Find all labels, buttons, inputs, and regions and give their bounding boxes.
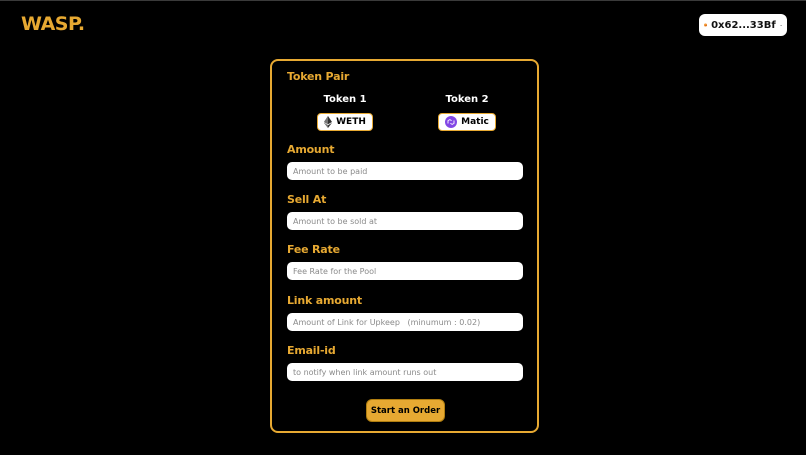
token1-selector[interactable]: WETH [317,113,373,131]
fee-rate-input[interactable] [287,262,523,280]
link-amount-label: Link amount [287,294,362,307]
token1-symbol: WETH [336,117,366,127]
link-amount-input[interactable] [287,313,523,331]
chevron-down-icon [779,24,782,26]
app-logo[interactable]: WASP. [21,13,85,35]
ethereum-icon [324,116,333,128]
amount-label: Amount [287,143,335,156]
sell-at-input[interactable] [287,212,523,230]
email-label: Email-id [287,344,336,357]
wallet-address: 0x62...33Bf [711,19,776,31]
amount-input[interactable] [287,162,523,180]
order-form-card: Token Pair Token 1 WETH Token 2 Matic Am… [270,59,539,433]
start-order-button[interactable]: Start an Order [366,399,445,422]
top-divider [0,0,806,1]
token2-selector[interactable]: Matic [438,113,496,131]
wallet-avatar-icon [704,23,708,27]
email-input[interactable] [287,363,523,381]
token2-group: Token 2 Matic [427,94,507,132]
token2-symbol: Matic [461,117,489,127]
sell-at-label: Sell At [287,193,327,206]
token1-group: Token 1 WETH [305,94,385,132]
token-pair-title: Token Pair [287,70,350,83]
wallet-button[interactable]: 0x62...33Bf [699,14,787,36]
polygon-icon [445,116,458,128]
fee-rate-label: Fee Rate [287,243,340,256]
token1-label: Token 1 [323,94,367,105]
token2-label: Token 2 [445,94,489,105]
